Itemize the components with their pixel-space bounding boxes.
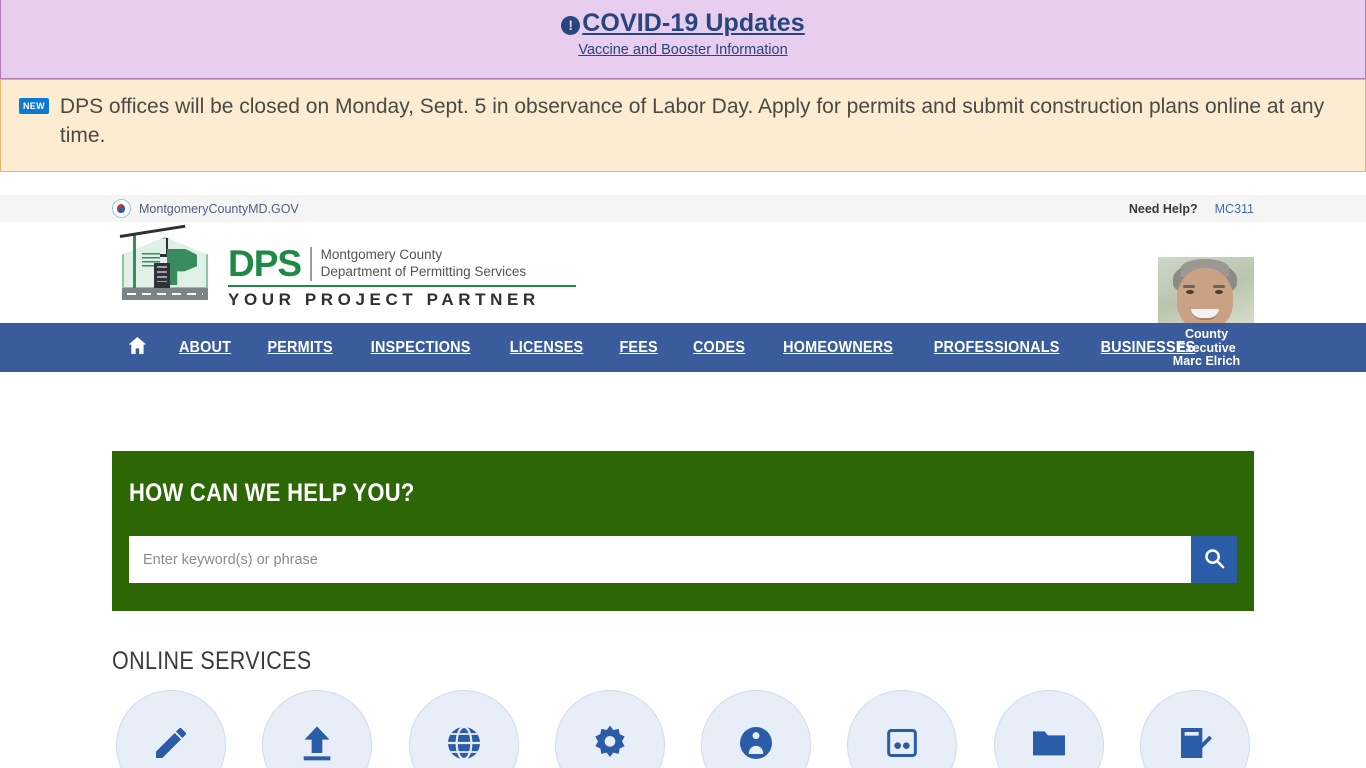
covid-updates-link[interactable]: ! COVID-19 Updates: [561, 8, 805, 38]
exec-line3: Marc Elrich: [1172, 354, 1241, 368]
info-person-icon: [736, 723, 776, 768]
logo-line2: Department of Permitting Services: [320, 264, 527, 279]
logo-tagline: YOUR PROJECT PARTNER: [228, 289, 540, 309]
search-button[interactable]: [1191, 536, 1237, 583]
service-item-info-person[interactable]: [697, 690, 815, 768]
labor-day-alert-banner: NEW DPS offices will be closed on Monday…: [0, 79, 1366, 172]
mc311-link[interactable]: MC311: [1215, 202, 1254, 216]
home-icon: [128, 325, 147, 374]
service-item-folder[interactable]: [990, 690, 1108, 768]
search-input[interactable]: [129, 536, 1191, 583]
id-card-icon: [882, 723, 922, 768]
alert-text: DPS offices will be closed on Monday, Se…: [59, 95, 1325, 147]
online-services-row: [112, 690, 1254, 768]
search-panel: HOW CAN WE HELP YOU?: [112, 451, 1254, 611]
nav-fees[interactable]: FEES: [604, 323, 672, 372]
logo-header: DPS Montgomery County Department of Perm…: [0, 222, 1366, 354]
nav-about[interactable]: ABOUT: [164, 323, 246, 372]
upload-arrow-icon: [297, 723, 337, 768]
logo-line1: Montgomery County: [320, 247, 443, 262]
county-executive-caption: County Executive Marc Elrich: [1158, 323, 1255, 369]
globe-icon: [444, 723, 484, 768]
service-item-gear[interactable]: [551, 690, 669, 768]
logo-dps-text: DPS: [228, 243, 302, 284]
exec-line1: County: [1184, 327, 1229, 341]
main-content: HOW CAN WE HELP YOU? ONLINE SERVICES: [112, 451, 1254, 768]
service-item-id-card[interactable]: [843, 690, 961, 768]
vaccine-booster-link[interactable]: Vaccine and Booster Information: [11, 41, 1355, 59]
montgomery-county-seal-icon: [112, 199, 131, 218]
exclamation-circle-icon: !: [561, 16, 581, 35]
service-item-pencil[interactable]: [112, 690, 230, 768]
new-badge: NEW: [19, 98, 49, 114]
utility-bar: MontgomeryCountyMD.GOV Need Help? MC311: [0, 195, 1366, 222]
main-navigation: ABOUT PERMITS INSPECTIONS LICENSES FEES …: [0, 323, 1366, 372]
service-item-globe[interactable]: [405, 690, 523, 768]
search-panel-heading: HOW CAN WE HELP YOU?: [129, 479, 415, 507]
logo-divider: [310, 247, 312, 281]
covid-banner: ! COVID-19 Updates Vaccine and Booster In…: [0, 0, 1366, 79]
dps-house-crane-logo-icon: [112, 224, 220, 305]
service-item-upload[interactable]: [258, 690, 376, 768]
logo-rule: [228, 285, 576, 287]
nav-home[interactable]: [114, 322, 160, 374]
nav-codes[interactable]: CODES: [678, 323, 760, 372]
service-item-document-signature[interactable]: [1136, 690, 1254, 768]
dps-logo[interactable]: DPS Montgomery County Department of Perm…: [112, 224, 576, 310]
site-name-link[interactable]: MontgomeryCountyMD.GOV: [139, 202, 299, 216]
nav-homeowners[interactable]: HOMEOWNERS: [768, 323, 908, 372]
document-signature-icon: [1175, 723, 1215, 768]
search-icon: [1203, 547, 1226, 573]
online-services-heading: ONLINE SERVICES: [112, 647, 312, 675]
exec-line2: Executive: [1177, 340, 1236, 355]
covid-updates-label: COVID-19 Updates: [582, 9, 805, 37]
nav-licenses[interactable]: LICENSES: [495, 323, 598, 372]
need-help-label: Need Help?: [1128, 201, 1198, 216]
gear-icon: [590, 723, 630, 768]
pencil-icon: [151, 723, 191, 768]
nav-inspections[interactable]: INSPECTIONS: [356, 323, 486, 372]
folder-icon: [1029, 723, 1069, 768]
nav-permits[interactable]: PERMITS: [253, 323, 348, 372]
nav-professionals[interactable]: PROFESSIONALS: [919, 323, 1075, 372]
